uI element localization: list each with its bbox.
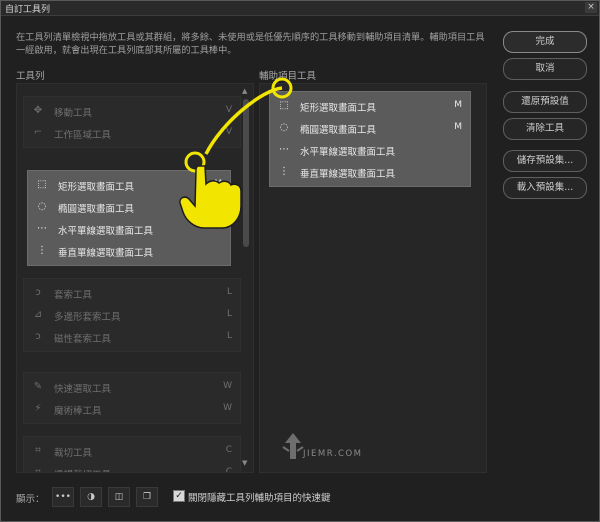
screen-mode-icon[interactable]: ◑ [80,487,102,507]
close-button[interactable]: × [585,2,597,13]
magnetic-lasso-icon: ↄ [35,331,41,342]
tool-group[interactable]: ⌗ 裁切工具 C ⌗ 透視裁切工具 C [23,436,241,473]
tool-shortcut: M [454,100,462,110]
shortcut-checkbox-label[interactable]: 關閉隱藏工具列輔助項目的快速鍵 [188,490,331,504]
single-column-marquee-icon: ⋮ [279,166,289,177]
tool-shortcut: M [214,179,222,189]
tool-label: 水平單線選取畫面工具 [300,147,396,158]
customize-toolbar-dialog: 自訂工具列 × 在工具列清單檢視中拖放工具或其群組，將多餘、未使用或是低優先順序… [0,0,600,522]
ellipse-marquee-icon: ◌ [37,201,47,212]
toolbar-list-scrollbar[interactable]: ▲ ▼ [241,85,251,469]
lasso-icon: ↄ [35,287,41,298]
tool-row[interactable]: ⋯ 水平單線選取畫面工具 [28,218,230,240]
tool-group[interactable]: ✥ 移動工具 V ⌐ 工作區域工具 V [23,96,241,148]
single-row-marquee-icon: ⋯ [37,223,47,234]
scroll-down-icon[interactable]: ▼ [242,459,247,467]
tool-row[interactable]: ⋮ 垂直單線選取畫面工具 [28,240,230,262]
done-button[interactable]: 完成 [503,31,587,53]
toolbar-section-label: 工具列 [16,71,45,82]
quick-select-icon: ✎ [33,381,43,392]
tool-group[interactable]: ⬚ 矩形選取畫面工具 M ◌ 橢圓選取畫面工具 M ⋯ 水平單線選取畫面工具 ⋮ 垂直單線選取畫面… [269,91,471,187]
tool-shortcut: W [223,381,232,391]
tool-label: 套索工具 [54,290,93,301]
tool-row[interactable]: ⚡ 魔術棒工具 W [24,398,240,420]
tool-shortcut: C [225,445,232,455]
single-row-marquee-icon: ⋯ [279,144,289,155]
extra-tools-list[interactable]: ⬚ 矩形選取畫面工具 M ◌ 橢圓選取畫面工具 M ⋯ 水平單線選取畫面工具 ⋮ 垂直單線選取畫面… [259,83,487,473]
dialog-title: 自訂工具列 [5,5,51,15]
tool-label: 水平單線選取畫面工具 [58,226,154,237]
single-column-marquee-icon: ⋮ [37,245,47,256]
more-icon[interactable]: ••• [52,487,74,507]
tool-shortcut: V [225,127,232,137]
scroll-up-icon[interactable]: ▲ [242,87,247,95]
tool-label: 矩形選取畫面工具 [58,182,135,193]
scrollbar-thumb[interactable] [243,99,249,247]
load-preset-button[interactable]: 載入預設集... [503,177,587,199]
restore-defaults-button[interactable]: 還原預設值 [503,91,587,113]
move-icon: ✥ [33,105,43,116]
save-preset-button[interactable]: 儲存預設集... [503,150,587,172]
tool-row[interactable]: ⬚ 矩形選取畫面工具 M [28,174,230,196]
tool-row[interactable]: ⌗ 透視裁切工具 C [24,462,240,473]
tool-label: 魔術棒工具 [54,406,102,417]
rect-marquee-icon: ⬚ [37,179,47,190]
tool-row[interactable]: ⋯ 水平單線選取畫面工具 [270,139,470,161]
tool-label: 快速選取工具 [54,384,112,395]
tool-shortcut: L [226,287,232,297]
tool-label: 矩形選取畫面工具 [300,103,377,114]
tool-shortcut: M [454,122,462,132]
tool-label: 工作區域工具 [54,130,112,141]
tool-row[interactable]: ⌗ 裁切工具 C [24,440,240,462]
magic-wand-icon: ⚡ [34,403,42,414]
tool-label: 透視裁切工具 [54,467,111,472]
tool-label: 垂直單線選取畫面工具 [58,248,154,259]
window-mode-icon[interactable]: ❐ [136,487,158,507]
polygonal-lasso-icon: ⊿ [33,309,43,320]
extra-tools-section-label: 輔助項目工具 [259,71,317,82]
show-label: 顯示： [16,494,45,505]
rect-marquee-icon: ⬚ [279,100,289,111]
cancel-button[interactable]: 取消 [503,58,587,80]
instructions-text: 在工具列清單檢視中拖放工具或其群組，將多餘、未使用或是低優先順序的工具移動到輔助… [16,32,485,56]
perspective-crop-icon: ⌗ [35,467,41,473]
watermark-text: JIEMR.COM [303,449,363,459]
shortcut-checkbox[interactable]: ✓ [173,490,185,502]
tool-group[interactable]: ↄ 套索工具 L ⊿ 多邊形套索工具 Lↄ 磁性套索工具 L [23,278,241,352]
tool-shortcut: C [225,467,232,473]
tool-label: 磁性套索工具 [54,334,112,345]
tool-shortcut: V [225,105,232,115]
tool-label: 移動工具 [54,108,93,119]
tool-label: 橢圓選取畫面工具 [58,204,135,215]
tool-group[interactable]: ⬚ 矩形選取畫面工具 M ◌ 橢圓選取畫面工具 ⋯ 水平單線選取畫面工具 ⋮ 垂直單線選取畫面工… [27,170,231,266]
tool-row[interactable]: ✎ 快速選取工具 W [24,376,240,398]
quick-mask-icon[interactable]: ◫ [108,487,130,507]
tool-row[interactable]: ↄ 磁性套索工具 L [24,326,240,348]
tool-label: 裁切工具 [54,448,93,459]
tool-shortcut: W [223,403,232,413]
tool-row[interactable]: ⋮ 垂直單線選取畫面工具 [270,161,470,183]
tool-row[interactable]: ⊿ 多邊形套索工具 L [24,304,240,326]
tool-row[interactable]: ⌐ 工作區域工具 V [24,122,240,144]
tool-row[interactable]: ✥ 移動工具 V [24,100,240,122]
tool-group[interactable]: ✎ 快速選取工具 W ⚡ 魔術棒工具 W [23,372,241,424]
tool-row[interactable]: ◌ 橢圓選取畫面工具 [28,196,230,218]
tool-label: 多邊形套索工具 [54,312,121,323]
footer-bar: 顯示： ••• ◑ ◫ ❐ ✓ 關閉隱藏工具列輔助項目的快速鍵 [16,487,576,507]
tool-label: 橢圓選取畫面工具 [300,125,377,136]
watermark: JIEMR.COM [281,431,391,461]
artboard-icon: ⌐ [33,127,43,138]
watermark-logo-icon [282,433,304,459]
tool-shortcut: L [226,331,232,341]
toolbar-list[interactable]: ✥ 移動工具 V ⌐ 工作區域工具 V ⬚ 矩形選取畫面工具 M ◌ 橢圓選取畫面工具 ⋯ 水平單線選取… [16,83,254,473]
ellipse-marquee-icon: ◌ [279,122,289,133]
clear-tools-button[interactable]: 清除工具 [503,118,587,140]
title-bar: 自訂工具列 × [1,1,599,16]
tool-row[interactable]: ⬚ 矩形選取畫面工具 M [270,95,470,117]
tool-row[interactable]: ↄ 套索工具 L [24,282,240,304]
tool-label: 垂直單線選取畫面工具 [300,169,396,180]
crop-icon: ⌗ [35,445,41,456]
tool-row[interactable]: ◌ 橢圓選取畫面工具 M [270,117,470,139]
tool-shortcut: L [226,309,232,319]
